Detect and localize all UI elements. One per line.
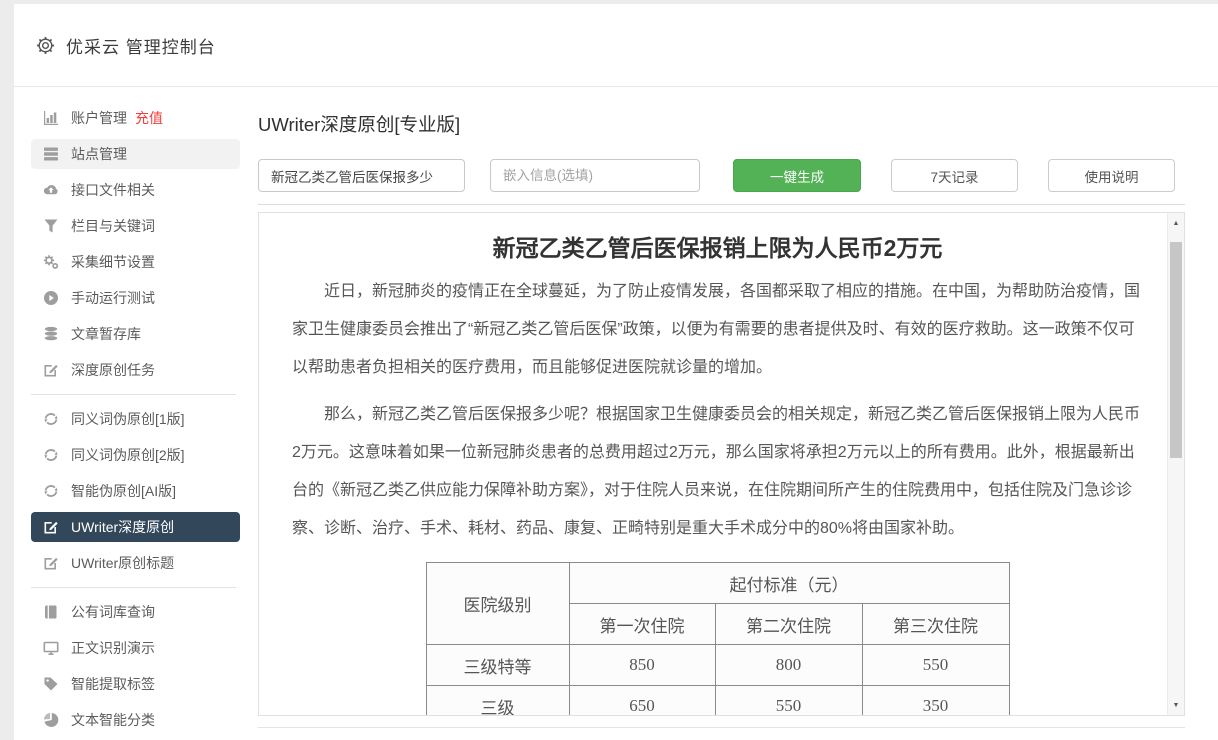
- table-cell: 三级: [426, 686, 569, 717]
- table-row: 三级 650 550 350: [426, 686, 1009, 717]
- sidebar: 账户管理 充值 站点管理 接口文件相关 栏目与关键词 采集细节设置 手动运: [14, 87, 258, 739]
- scroll-down-arrow-icon[interactable]: ▼: [1168, 697, 1184, 713]
- sidebar-divider: [31, 394, 236, 395]
- usage-instructions-button[interactable]: 使用说明: [1048, 159, 1175, 192]
- keyword-input[interactable]: [258, 159, 465, 192]
- table-cell: 550: [862, 645, 1009, 686]
- sidebar-item-account[interactable]: 账户管理 充值: [31, 103, 240, 133]
- book-icon: [42, 604, 59, 620]
- controls-row: 一键生成 7天记录 使用说明: [258, 159, 1218, 192]
- monitor-icon: [42, 640, 59, 656]
- sidebar-item-text-classification[interactable]: 文本智能分类: [31, 705, 240, 735]
- app-title: 优采云 管理控制台: [66, 33, 216, 58]
- edit-icon: [42, 519, 59, 535]
- vertical-scrollbar[interactable]: ▲ ▼: [1167, 213, 1184, 715]
- sidebar-item-columns-keywords[interactable]: 栏目与关键词: [31, 211, 240, 241]
- sidebar-item-label: 账户管理: [71, 108, 127, 128]
- scrollbar-thumb[interactable]: [1170, 242, 1182, 458]
- sidebar-item-label: 同义词伪原创[2版]: [71, 445, 185, 465]
- table-cell: 800: [715, 645, 862, 686]
- database-icon: [42, 326, 59, 342]
- server-icon: [42, 146, 59, 162]
- app-header: 优采云 管理控制台: [14, 4, 1218, 87]
- sidebar-item-label: 文本智能分类: [71, 710, 155, 730]
- app-window: 优采云 管理控制台 账户管理 充值 站点管理 接口文件相关 栏目与关键词: [14, 4, 1218, 740]
- sidebar-item-label: 手动运行测试: [71, 288, 155, 308]
- article-preview-panel: 新冠乙类乙管后医保报销上限为人民币2万元 近日，新冠肺炎的疫情正在全球蔓延，为了…: [258, 212, 1185, 716]
- sidebar-item-deep-original-task[interactable]: 深度原创任务: [31, 355, 240, 385]
- sidebar-item-label: 站点管理: [71, 144, 127, 164]
- article-paragraph: 那么，新冠乙类乙管后医保报多少呢？根据国家卫生健康委员会的相关规定，新冠乙类乙管…: [292, 396, 1143, 548]
- sidebar-item-interface-files[interactable]: 接口文件相关: [31, 175, 240, 205]
- bar-chart-icon: [42, 110, 59, 126]
- sidebar-item-synonym-rewrite-v2[interactable]: 同义词伪原创[2版]: [31, 440, 240, 470]
- sidebar-item-label: 采集细节设置: [71, 252, 155, 272]
- table-row: 三级特等 850 800 550: [426, 645, 1009, 686]
- sidebar-item-content-recognition-demo[interactable]: 正文识别演示: [31, 633, 240, 663]
- edit-icon: [42, 555, 59, 571]
- sidebar-item-label: UWriter深度原创: [71, 517, 174, 537]
- article-title: 新冠乙类乙管后医保报销上限为人民币2万元: [292, 229, 1143, 263]
- sidebar-item-label: 智能伪原创[AI版]: [71, 481, 176, 501]
- table-cell: 550: [715, 686, 862, 717]
- sidebar-item-label: 文章暂存库: [71, 324, 141, 344]
- reimbursement-table: 医院级别 起付标准（元） 第一次住院 第二次住院 第三次住院 三级特等 850 …: [426, 562, 1010, 716]
- sidebar-item-public-thesaurus-query[interactable]: 公有词库查询: [31, 597, 240, 627]
- sidebar-divider: [31, 587, 236, 588]
- sidebar-item-synonym-rewrite-v1[interactable]: 同义词伪原创[1版]: [31, 404, 240, 434]
- refresh-icon: [42, 411, 59, 427]
- table-corner-header: 医院级别: [426, 563, 569, 645]
- embed-info-input[interactable]: [490, 159, 700, 192]
- play-icon: [42, 290, 59, 306]
- sidebar-item-label: 公有词库查询: [71, 602, 155, 622]
- horizontal-divider: [258, 204, 1185, 205]
- sidebar-item-ai-rewrite[interactable]: 智能伪原创[AI版]: [31, 476, 240, 506]
- sidebar-item-site-management[interactable]: 站点管理: [31, 139, 240, 169]
- sidebar-item-label: UWriter原创标题: [71, 553, 174, 573]
- sidebar-item-smart-tag-extraction[interactable]: 智能提取标签: [31, 669, 240, 699]
- article-content: 新冠乙类乙管后医保报销上限为人民币2万元 近日，新冠肺炎的疫情正在全球蔓延，为了…: [259, 213, 1167, 716]
- gears-icon: [42, 254, 59, 270]
- generate-button[interactable]: 一键生成: [733, 159, 861, 192]
- sidebar-item-uwriter-deep-original[interactable]: UWriter深度原创: [31, 512, 240, 542]
- seven-day-records-button[interactable]: 7天记录: [891, 159, 1018, 192]
- edit-icon: [42, 362, 59, 378]
- article-paragraph: 近日，新冠肺炎的疫情正在全球蔓延，为了防止疫情发展，各国都采取了相应的措施。在中…: [292, 273, 1143, 387]
- sidebar-item-article-cache[interactable]: 文章暂存库: [31, 319, 240, 349]
- sidebar-item-label: 深度原创任务: [71, 360, 155, 380]
- bottom-divider: [258, 727, 1185, 728]
- refresh-icon: [42, 483, 59, 499]
- sidebar-item-collection-settings[interactable]: 采集细节设置: [31, 247, 240, 277]
- sidebar-item-label: 栏目与关键词: [71, 216, 155, 236]
- pie-chart-icon: [42, 712, 59, 728]
- table-group-header: 起付标准（元）: [569, 563, 1009, 604]
- table-subheader: 第一次住院: [569, 604, 715, 645]
- page-title: UWriter深度原创[专业版]: [258, 111, 1218, 137]
- table-cell: 850: [569, 645, 715, 686]
- cloud-upload-icon: [42, 182, 59, 198]
- recharge-badge[interactable]: 充值: [135, 108, 163, 128]
- sidebar-item-label: 同义词伪原创[1版]: [71, 409, 185, 429]
- sidebar-item-manual-run-test[interactable]: 手动运行测试: [31, 283, 240, 313]
- gear-icon: [36, 36, 55, 55]
- refresh-icon: [42, 447, 59, 463]
- sidebar-item-label: 正文识别演示: [71, 638, 155, 658]
- tag-icon: [42, 676, 59, 692]
- table-cell: 三级特等: [426, 645, 569, 686]
- table-subheader: 第三次住院: [862, 604, 1009, 645]
- sidebar-item-label: 接口文件相关: [71, 180, 155, 200]
- table-cell: 350: [862, 686, 1009, 717]
- scroll-up-arrow-icon[interactable]: ▲: [1168, 215, 1184, 231]
- table-subheader: 第二次住院: [715, 604, 862, 645]
- table-cell: 650: [569, 686, 715, 717]
- main-content: UWriter深度原创[专业版] 一键生成 7天记录 使用说明 新冠乙类乙管后医…: [258, 87, 1218, 739]
- sidebar-item-uwriter-original-title[interactable]: UWriter原创标题: [31, 548, 240, 578]
- sidebar-item-label: 智能提取标签: [71, 674, 155, 694]
- filter-icon: [42, 218, 59, 234]
